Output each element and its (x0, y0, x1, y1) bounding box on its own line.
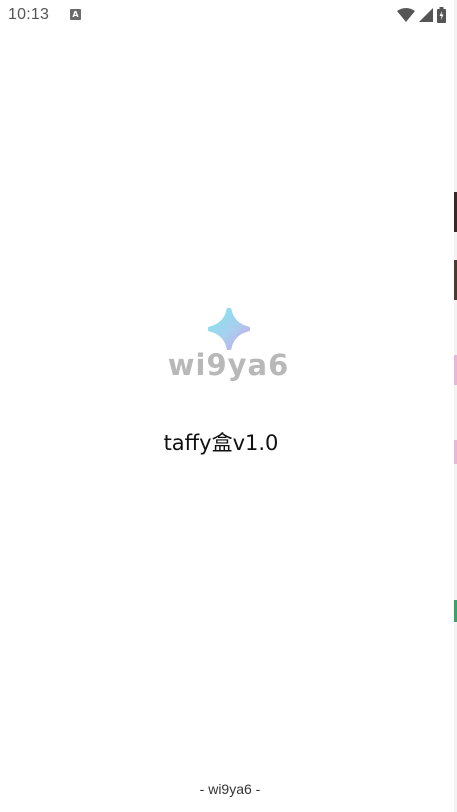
footer-credit: - wi9ya6 - (199, 781, 261, 797)
a-letter-icon: A (70, 9, 81, 20)
splash-screen: 10:13 A wi9ya6 taffy盒v1.0 - wi9ya6 - (0, 0, 457, 812)
wifi-icon (397, 8, 415, 22)
status-icons (397, 7, 446, 23)
logo (0, 308, 457, 350)
signal-icon (419, 8, 433, 22)
status-bar: 10:13 A (0, 0, 454, 32)
battery-charging-icon (437, 7, 446, 23)
sparkle-star-icon (207, 308, 250, 350)
logo-text: wi9ya6 (167, 348, 290, 382)
status-time: 10:13 (8, 6, 50, 23)
app-title: taffy盒v1.0 (163, 431, 279, 455)
